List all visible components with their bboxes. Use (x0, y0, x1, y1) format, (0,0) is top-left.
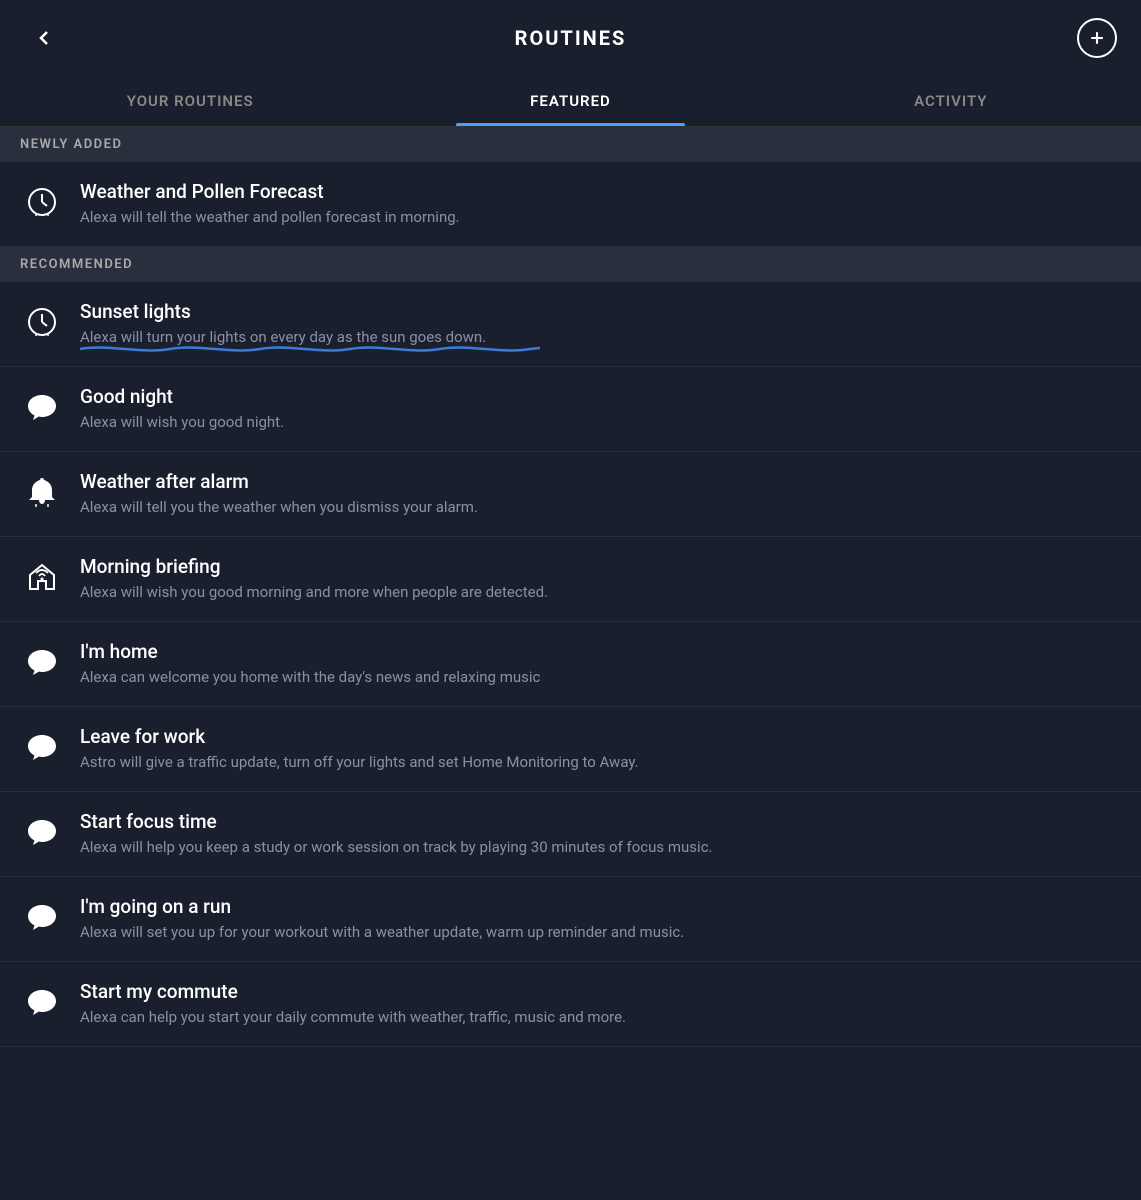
routine-item-im-going-on-a-run[interactable]: I'm going on a run Alexa will set you up… (0, 877, 1141, 962)
routine-content: Start focus time Alexa will help you kee… (80, 810, 1121, 858)
routine-desc: Alexa will tell the weather and pollen f… (80, 207, 1121, 228)
tab-featured[interactable]: FEATURED (380, 76, 760, 126)
routine-desc: Alexa will tell you the weather when you… (80, 497, 1121, 518)
add-button[interactable] (1077, 18, 1117, 58)
routine-title: Good night (80, 385, 1121, 408)
routine-item-weather-pollen[interactable]: Weather and Pollen Forecast Alexa will t… (0, 162, 1141, 247)
routine-title: Morning briefing (80, 555, 1121, 578)
routine-desc: Alexa will set you up for your workout w… (80, 922, 1121, 943)
speech-icon (20, 640, 64, 684)
routine-title: Leave for work (80, 725, 1121, 748)
clock-icon (20, 180, 64, 224)
routine-item-im-home[interactable]: I'm home Alexa can welcome you home with… (0, 622, 1141, 707)
routine-title: Start my commute (80, 980, 1121, 1003)
routine-title: Weather after alarm (80, 470, 1121, 493)
routine-content: Start my commute Alexa can help you star… (80, 980, 1121, 1028)
routine-item-sunset-lights[interactable]: Sunset lights Alexa will turn your light… (0, 282, 1141, 367)
tab-bar: YOUR ROUTINES FEATURED ACTIVITY (0, 76, 1141, 127)
routine-desc: Astro will give a traffic update, turn o… (80, 752, 1121, 773)
speech-icon (20, 980, 64, 1024)
routine-item-leave-for-work[interactable]: Leave for work Astro will give a traffic… (0, 707, 1141, 792)
routine-title: Weather and Pollen Forecast (80, 180, 1121, 203)
routine-desc: Alexa will turn your lights on every day… (80, 327, 1121, 348)
routine-title: Sunset lights (80, 300, 1121, 323)
routine-content: Weather after alarm Alexa will tell you … (80, 470, 1121, 518)
tab-your-routines[interactable]: YOUR ROUTINES (0, 76, 380, 126)
section-newly-added: NEWLY ADDED (0, 127, 1141, 162)
routine-item-start-focus-time[interactable]: Start focus time Alexa will help you kee… (0, 792, 1141, 877)
tab-activity[interactable]: ACTIVITY (761, 76, 1141, 126)
routine-desc: Alexa will wish you good night. (80, 412, 1121, 433)
routine-content: Sunset lights Alexa will turn your light… (80, 300, 1121, 348)
routine-desc: Alexa can welcome you home with the day'… (80, 667, 1121, 688)
clock-icon (20, 300, 64, 344)
routine-item-morning-briefing[interactable]: Morning briefing Alexa will wish you goo… (0, 537, 1141, 622)
routine-title: I'm going on a run (80, 895, 1121, 918)
routine-desc: Alexa can help you start your daily comm… (80, 1007, 1121, 1028)
routine-item-weather-after-alarm[interactable]: Weather after alarm Alexa will tell you … (0, 452, 1141, 537)
speech-icon (20, 810, 64, 854)
routine-item-start-my-commute[interactable]: Start my commute Alexa can help you star… (0, 962, 1141, 1047)
speech-icon (20, 385, 64, 429)
routine-title: I'm home (80, 640, 1121, 663)
section-recommended: RECOMMENDED (0, 247, 1141, 282)
back-button[interactable] (24, 18, 64, 58)
page-title: ROUTINES (515, 26, 627, 50)
routine-content: Weather and Pollen Forecast Alexa will t… (80, 180, 1121, 228)
wifi-home-icon (20, 555, 64, 599)
speech-icon (20, 895, 64, 939)
speech-icon (20, 725, 64, 769)
routine-item-good-night[interactable]: Good night Alexa will wish you good nigh… (0, 367, 1141, 452)
routine-content: Leave for work Astro will give a traffic… (80, 725, 1121, 773)
header: ROUTINES (0, 0, 1141, 76)
bell-icon (20, 470, 64, 514)
routine-content: Good night Alexa will wish you good nigh… (80, 385, 1121, 433)
routine-content: Morning briefing Alexa will wish you goo… (80, 555, 1121, 603)
routine-content: I'm home Alexa can welcome you home with… (80, 640, 1121, 688)
routine-desc: Alexa will help you keep a study or work… (80, 837, 1121, 858)
routine-desc: Alexa will wish you good morning and mor… (80, 582, 1121, 603)
routine-content: I'm going on a run Alexa will set you up… (80, 895, 1121, 943)
routine-title: Start focus time (80, 810, 1121, 833)
